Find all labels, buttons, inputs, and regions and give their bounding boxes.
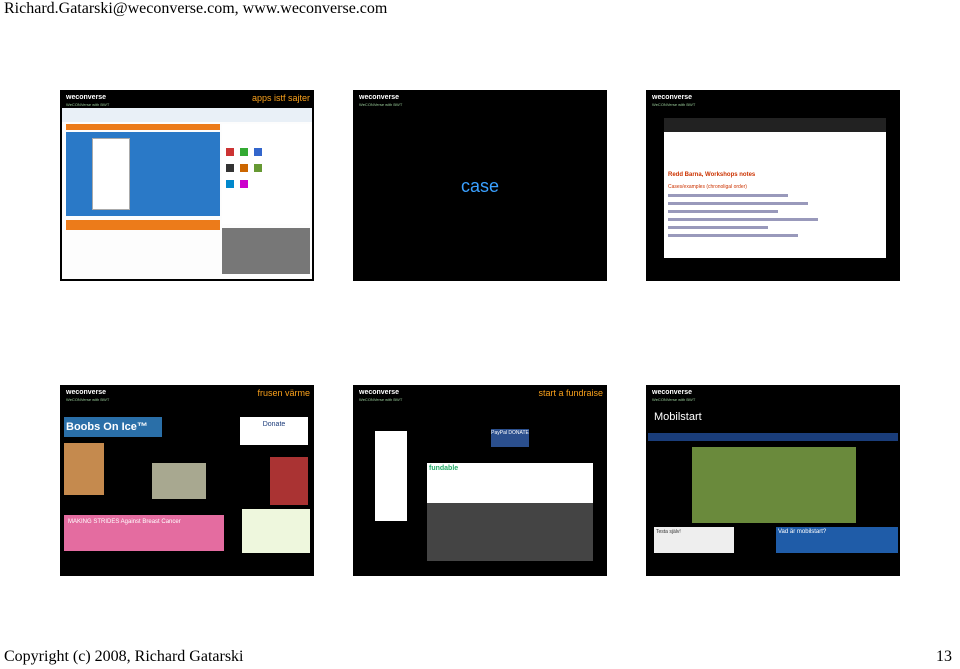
- page-number: 13: [936, 648, 952, 665]
- slide-wiki: weconverse WeCONVerse with BWT Redd Barna…: [646, 90, 900, 281]
- breast-cancer-banner: MAKING STRIDES Against Breast Cancer: [64, 515, 224, 551]
- slide-case: weconverse WeCONVerse with BWT case: [353, 90, 607, 281]
- footer-copyright: Copyright (c) 2008, Richard Gatarski: [4, 648, 244, 665]
- slide-frusen: weconverse WeCONVerse with BWT frusen vär…: [60, 385, 314, 576]
- weconverse-logo: weconverse WeCONVerse with BWT: [66, 94, 110, 107]
- wiki-screenshot: Redd Barna, Workshops notes Cases/exampl…: [664, 118, 886, 258]
- boobs-on-ice-banner: Boobs On Ice™: [64, 417, 162, 437]
- wiki-heading: Redd Barna, Workshops notes: [668, 172, 756, 178]
- weconverse-logo: weconverse WeCONVerse with BWT: [359, 389, 403, 402]
- weconverse-logo: weconverse WeCONVerse with BWT: [359, 94, 403, 107]
- slide-title: frusen värme: [257, 388, 310, 398]
- fundable-screenshot: fundable: [427, 463, 593, 561]
- donate-button[interactable]: Donate: [240, 417, 308, 445]
- nav-bar: [648, 433, 898, 441]
- photo-woman: [64, 443, 104, 495]
- case-title: case: [460, 176, 500, 196]
- weconverse-logo: weconverse WeCONVerse with BWT: [652, 94, 696, 107]
- donor-thermometer: [375, 431, 407, 521]
- frozen-pea-fund: [242, 509, 310, 553]
- vad-box[interactable]: Vad är mobilstart?: [776, 527, 898, 553]
- slide-fundraise: weconverse WeCONVerse with BWT start a fu…: [353, 385, 607, 576]
- photo-woman2: [270, 457, 308, 505]
- wiki-subheading: Cases/examples (chronoligal order): [668, 184, 747, 190]
- paypal-donate[interactable]: PayPal DONATE: [491, 429, 529, 447]
- testa-box[interactable]: Testa själv!: [654, 527, 734, 553]
- widsets-screenshot: [62, 108, 312, 279]
- slide-mobilstart: weconverse WeCONVerse with BWT Mobilstart…: [646, 385, 900, 576]
- photo-peas: [152, 463, 206, 499]
- weconverse-logo: weconverse WeCONVerse with BWT: [652, 389, 696, 402]
- slide-apps: weconverse WeCONVerse with BWT apps istf …: [60, 90, 314, 281]
- fundable-logo: fundable: [429, 465, 459, 472]
- gong-video: [692, 447, 856, 523]
- slide-title: start a fundraise: [538, 388, 603, 398]
- mobilstart-title: Mobilstart: [654, 411, 702, 423]
- weconverse-logo: weconverse WeCONVerse with BWT: [66, 389, 110, 402]
- page-header: Richard.Gatarski@weconverse.com, www.wec…: [4, 0, 388, 17]
- slide-title: apps istf sajter: [251, 93, 310, 103]
